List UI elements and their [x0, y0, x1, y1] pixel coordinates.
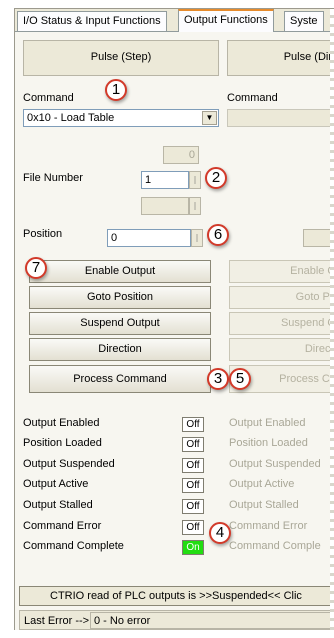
file-number-label: File Number [23, 172, 83, 184]
status-label-output-suspended: Output Suspended [23, 458, 115, 470]
process-command-button[interactable]: Process Command [29, 365, 211, 393]
suspend-output-button[interactable]: Suspend Output [29, 312, 211, 335]
status-label-command-complete: Command Complete [23, 540, 124, 552]
callout-marker-4: 4 [209, 522, 231, 544]
status-label-position-loaded-col2: Position Loaded [229, 437, 308, 449]
status-label-position-loaded: Position Loaded [23, 437, 102, 449]
plc-read-status-bar[interactable]: CTRIO read of PLC outputs is >>Suspended… [19, 586, 334, 606]
status-label-output-stalled-col2: Output Stalled [229, 499, 299, 511]
top-disabled-field: 0 [163, 146, 199, 164]
callout-marker-7: 7 [25, 257, 47, 279]
status-label-output-enabled: Output Enabled [23, 417, 100, 429]
status-indicator-output-active: Off [182, 478, 204, 493]
status-label-output-suspended-col2: Output Suspended [229, 458, 321, 470]
status-indicator-output-stalled: Off [182, 499, 204, 514]
file-number-spinner[interactable] [189, 171, 201, 189]
last-error-bar: Last Error --> 0 - No error [19, 610, 334, 630]
command-dropdown-col2 [227, 109, 334, 127]
column-header-pulse-dir: Pulse (Dir [227, 40, 334, 76]
status-label-command-error-col2: Command Error [229, 520, 308, 532]
status-label-output-active: Output Active [23, 478, 89, 490]
status-label-command-error: Command Error [23, 520, 102, 532]
file-number-aux-spinner [189, 197, 201, 215]
tab-strip: I/O Status & Input Functions Output Func… [15, 9, 334, 32]
command-label: Command [23, 92, 74, 104]
tab-output-functions[interactable]: Output Functions [178, 9, 274, 32]
tab-io-status[interactable]: I/O Status & Input Functions [17, 11, 167, 31]
position-input[interactable]: 0 [107, 229, 191, 247]
enable-output-button[interactable]: Enable Output [29, 260, 211, 283]
tab-system[interactable]: Syste [284, 11, 324, 31]
suspend-output-button-col2: Suspend O [229, 312, 334, 335]
direction-button-col2: Directi [229, 338, 334, 361]
status-indicator-output-enabled: Off [182, 417, 204, 432]
enable-output-button-col2: Enable O [229, 260, 334, 283]
callout-marker-2: 2 [205, 167, 227, 189]
command-dropdown-value: 0x10 - Load Table [27, 112, 115, 124]
direction-button[interactable]: Direction [29, 338, 211, 361]
status-indicator-command-complete: On [182, 540, 204, 555]
status-label-output-active-col2: Output Active [229, 478, 295, 490]
chevron-down-icon[interactable]: ▼ [202, 111, 217, 125]
output-functions-panel: Pulse (Step) Pulse (Dir Command Command … [15, 31, 334, 630]
callout-marker-6: 6 [207, 224, 229, 246]
output-functions-window: I/O Status & Input Functions Output Func… [14, 8, 334, 630]
last-error-label: Last Error --> [24, 615, 90, 627]
callout-marker-3: 3 [207, 368, 229, 390]
status-label-output-stalled: Output Stalled [23, 499, 93, 511]
file-number-input[interactable]: 1 [141, 171, 189, 189]
position-spinner[interactable] [191, 229, 203, 247]
torn-edge [330, 9, 334, 630]
callout-marker-5: 5 [229, 368, 251, 390]
goto-position-button[interactable]: Goto Position [29, 286, 211, 309]
status-label-output-enabled-col2: Output Enabled [229, 417, 306, 429]
command-dropdown[interactable]: 0x10 - Load Table ▼ [23, 109, 219, 127]
goto-position-button-col2: Goto Pu [229, 286, 334, 309]
file-number-aux-field [141, 197, 189, 215]
last-error-value: 0 - No error [90, 612, 334, 629]
status-indicator-command-error: Off [182, 520, 204, 535]
status-label-command-complete-col2: Command Comple [229, 540, 321, 552]
column-header-pulse-step: Pulse (Step) [23, 40, 219, 76]
callout-marker-1: 1 [105, 79, 127, 101]
status-indicator-output-suspended: Off [182, 458, 204, 473]
command-label-col2: Command [227, 92, 278, 104]
position-label: Position [23, 228, 63, 240]
status-indicator-position-loaded: Off [182, 437, 204, 452]
